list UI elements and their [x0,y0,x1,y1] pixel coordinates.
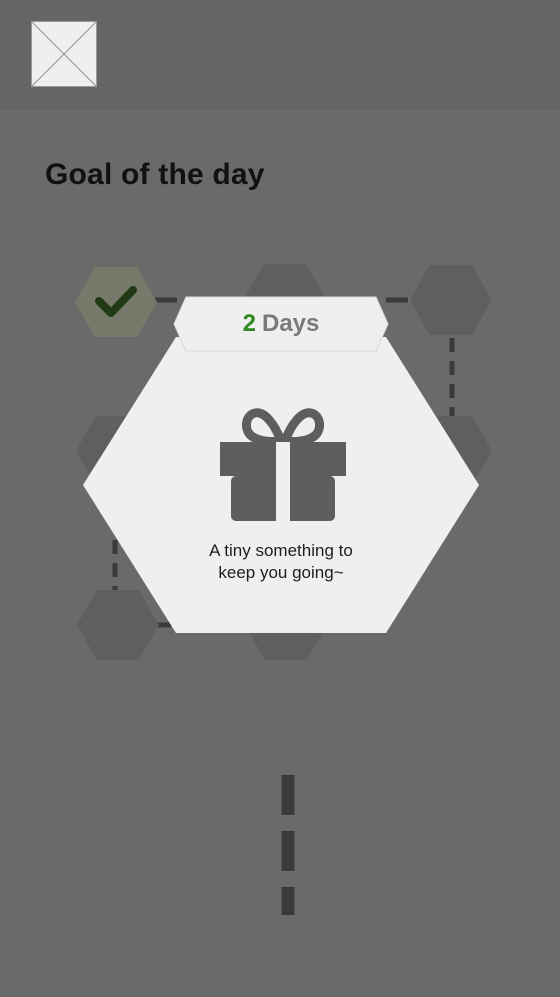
days-label: 2 Days [172,295,390,353]
reward-message-line1: A tiny something to [209,541,353,560]
reward-message: A tiny something to keep you going~ [140,540,422,584]
days-text: Days [261,310,320,337]
reward-popup[interactable]: 2 Days A tiny something to keep you goin… [80,295,482,640]
app-screen: Goal of the day 2 Days A tiny something … [0,0,560,997]
gift-icon [220,408,346,521]
reward-message-line2: keep you going~ [218,563,344,582]
days-count: 2 [242,310,256,337]
days-banner: 2 Days [172,295,390,353]
